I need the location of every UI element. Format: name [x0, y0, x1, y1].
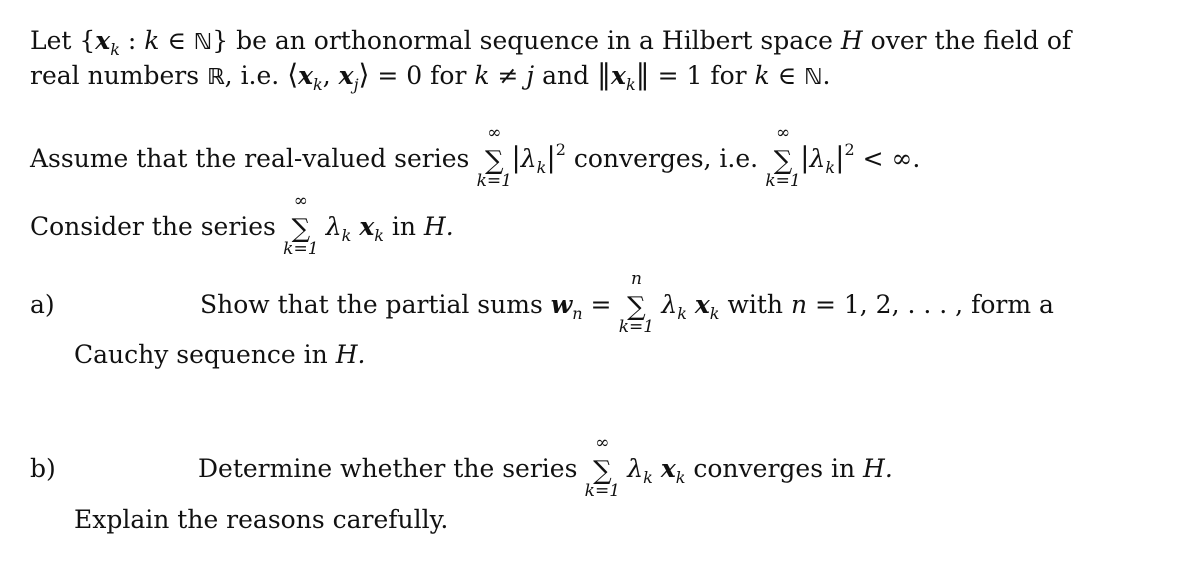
abs-lambda-squared-finite: |λk|2 < ∞. — [800, 140, 921, 177]
text: real numbers — [30, 61, 208, 90]
intro-line-2: real numbers ℝ, i.e. ⟨xk, xj⟩ = 0 for k … — [30, 60, 830, 100]
sum-lower-limit: k=1 — [283, 238, 319, 259]
sum-upper-limit: ∞ — [293, 190, 308, 211]
assume-line: Assume that the real-valued series ∞ ∑ k=1… — [30, 124, 921, 190]
sum-lower-limit: k=1 — [476, 170, 512, 191]
text: in — [383, 212, 424, 241]
colon: : — [119, 26, 145, 55]
condition-k-neq-j: k ≠ j — [474, 61, 535, 90]
brace-open: { — [79, 26, 96, 55]
naturals-symbol: ℕ — [193, 30, 213, 55]
part-a-line-2: Cauchy sequence in H. — [74, 340, 365, 370]
part-b-label: b) — [30, 454, 56, 483]
norm-expression: ‖xk‖ = 1 — [597, 58, 703, 95]
sum-upper-limit: n — [630, 268, 642, 289]
text: for — [702, 61, 755, 90]
math-x: x — [95, 26, 111, 55]
text: be an orthonormal sequence in a Hilbert … — [228, 26, 841, 55]
brace-close: } — [212, 26, 229, 55]
text: for — [422, 61, 475, 90]
text: Consider the series — [30, 212, 284, 241]
text: Determine whether the series — [198, 454, 586, 483]
subscript-k: k — [110, 40, 120, 59]
text: converges, i.e. — [565, 144, 767, 173]
math-H: H. — [423, 212, 454, 241]
part-b-line-2: Explain the reasons carefully. — [74, 505, 448, 535]
text: converges in — [685, 454, 864, 483]
math-H: H. — [863, 454, 893, 483]
math-H: H. — [335, 340, 366, 369]
math-H: H — [840, 26, 863, 55]
part-a-label: a) — [30, 290, 55, 319]
series-term: λk xk — [325, 212, 384, 245]
text: Cauchy sequence in — [74, 340, 336, 369]
text: and — [534, 61, 598, 90]
series-term: λk xk — [627, 454, 686, 487]
inner-product: ⟨xk, xj⟩ = 0 — [287, 58, 423, 95]
summation-5: ∞ ∑ k=1 — [585, 434, 620, 500]
text: Assume that the real-valued series — [30, 144, 478, 173]
sum-lower-limit: k=1 — [618, 316, 655, 337]
in-symbol: ∈ — [159, 26, 194, 55]
summation-4: n ∑ k=1 — [619, 270, 654, 336]
text: Explain the reasons carefully. — [74, 505, 449, 534]
math-k: k — [144, 26, 160, 55]
text: Show that the partial sums — [200, 290, 551, 319]
text: form a — [963, 290, 1054, 319]
sum-lower-limit: k=1 — [584, 480, 621, 501]
text: with — [719, 290, 791, 319]
condition-k-in-N: k ∈ ℕ. — [754, 61, 831, 90]
part-b-line-1: Determine whether the series ∞ ∑ k=1 λk xk… — [198, 434, 893, 500]
text: , i.e. — [224, 61, 288, 90]
summation-3: ∞ ∑ k=1 — [283, 192, 318, 258]
sum-lower-limit: k=1 — [765, 170, 801, 191]
abs-lambda-squared: |λk|2 — [511, 140, 566, 177]
reals-symbol: ℝ — [207, 65, 225, 90]
sum-upper-limit: ∞ — [595, 432, 610, 453]
summation-1: ∞ ∑ k=1 — [477, 124, 512, 190]
text: over the field of — [862, 26, 1072, 55]
series-term: λk xk — [661, 290, 720, 323]
part-a-line-1: Show that the partial sums wn = n ∑ k=1 λk… — [200, 270, 1054, 336]
sum-upper-limit: ∞ — [487, 122, 502, 143]
index-range: n = 1, 2, . . . , — [790, 290, 964, 319]
text: Let — [30, 26, 80, 55]
consider-line: Consider the series ∞ ∑ k=1 λk xk in H. — [30, 192, 454, 258]
summation-2: ∞ ∑ k=1 — [765, 124, 800, 190]
partial-sum-lhs: wn = — [550, 290, 620, 323]
sum-upper-limit: ∞ — [775, 122, 791, 143]
